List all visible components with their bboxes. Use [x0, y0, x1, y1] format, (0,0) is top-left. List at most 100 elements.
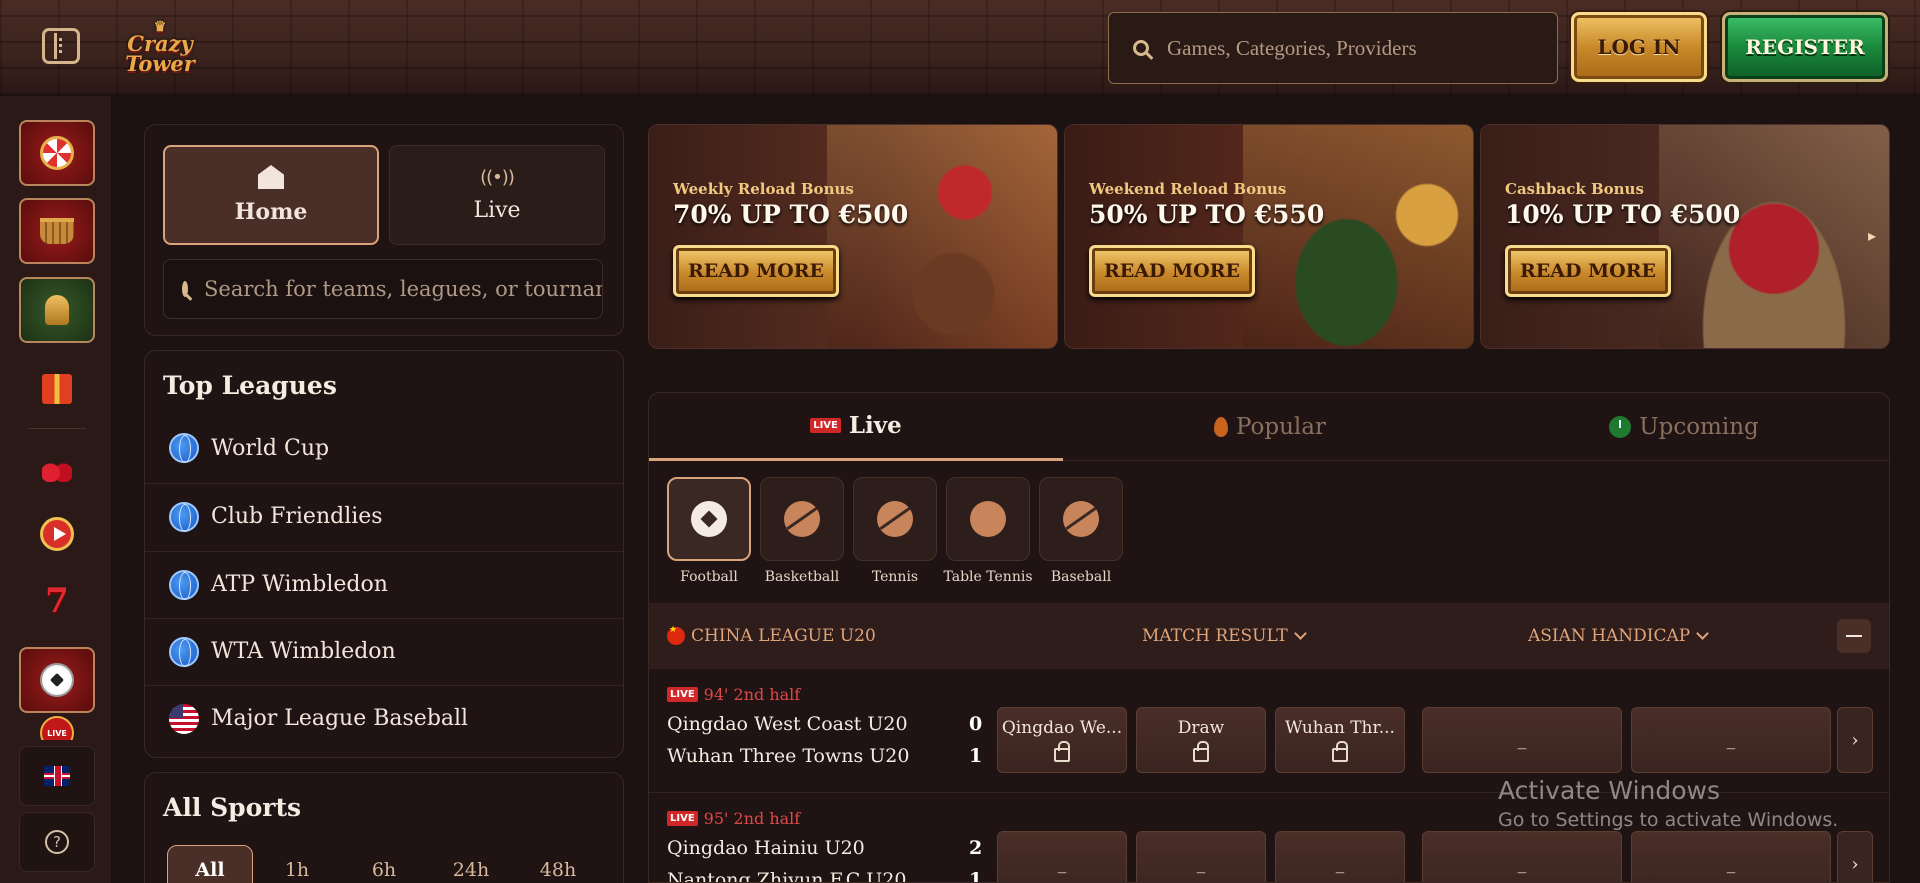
team-search-placeholder: Search for teams, leagues, or tournament… — [204, 277, 602, 301]
soccer-ball-icon — [40, 663, 74, 697]
tab-upcoming[interactable]: Upcoming — [1477, 393, 1889, 461]
sport-tennis[interactable]: Tennis — [853, 477, 937, 585]
login-button[interactable]: LOG IN — [1571, 12, 1707, 82]
basketball-icon — [784, 501, 820, 537]
language-button[interactable] — [19, 746, 95, 806]
tennis-ball-icon — [877, 501, 913, 537]
sport-table-tennis[interactable]: Table Tennis — [943, 477, 1033, 585]
sport-tile — [667, 477, 751, 561]
away-team: Wuhan Three Towns U20 — [667, 745, 910, 767]
banner-headline: 50% UP TO €550 — [1089, 200, 1325, 229]
search-icon — [1133, 40, 1149, 56]
odd-home-button[interactable]: Qingdao We... — [997, 707, 1127, 773]
sport-label: Table Tennis — [943, 569, 1033, 585]
lock-icon — [1193, 741, 1209, 762]
time-filter-6h[interactable]: 6h — [341, 845, 427, 883]
time-filter-all[interactable]: All — [167, 845, 253, 883]
banner-subtitle: Weekend Reload Bonus — [1089, 180, 1287, 198]
read-more-button[interactable]: READ MORE — [1089, 245, 1255, 297]
table-tennis-paddle-icon — [970, 501, 1006, 537]
match-row[interactable]: LIVE 94' 2nd half Qingdao West Coast U20… — [649, 669, 1889, 793]
cherry-icon — [42, 452, 72, 482]
all-sports-panel: All Sports All 1h 6h 24h 48h — [144, 772, 624, 883]
globe-icon — [169, 636, 199, 667]
king-sliding-illustration — [1659, 125, 1889, 348]
league-label: ATP Wimbledon — [211, 572, 388, 597]
sport-football[interactable]: Football — [667, 477, 751, 585]
handicap-home-button[interactable]: _ — [1422, 831, 1622, 882]
odd-label: _ — [1517, 730, 1527, 750]
help-button[interactable]: ? — [19, 812, 95, 872]
search-placeholder: Games, Categories, Providers — [1167, 35, 1417, 60]
promo-banner[interactable]: Weekend Reload Bonus 50% UP TO €550 READ… — [1064, 124, 1474, 349]
odd-draw-button[interactable]: Draw — [1136, 707, 1266, 773]
tab-upcoming-label: Upcoming — [1639, 413, 1759, 440]
sport-tile — [853, 477, 937, 561]
sport-baseball[interactable]: Baseball — [1039, 477, 1123, 585]
handicap-away-button[interactable]: _ — [1631, 707, 1831, 773]
time-filter-1h[interactable]: 1h — [254, 845, 340, 883]
match-result-dropdown[interactable]: MATCH RESULT — [1142, 626, 1307, 646]
rail-gift-button[interactable] — [19, 356, 95, 422]
promo-banner[interactable]: Weekly Reload Bonus 70% UP TO €500 READ … — [648, 124, 1058, 349]
register-button[interactable]: REGISTER — [1722, 12, 1888, 82]
tab-live-label: Live — [848, 412, 902, 439]
sport-basketball[interactable]: Basketball — [760, 477, 844, 585]
time-filter-48h[interactable]: 48h — [515, 845, 601, 883]
asian-handicap-dropdown[interactable]: ASIAN HANDICAP — [1528, 626, 1710, 646]
handicap-away-button[interactable]: _ — [1631, 831, 1831, 882]
top-leagues-title: Top Leagues — [163, 371, 337, 400]
rail-sports-button[interactable] — [19, 647, 95, 713]
watermark-subtitle: Go to Settings to activate Windows. — [1498, 809, 1839, 831]
rail-live-button[interactable]: LIVE — [19, 716, 95, 740]
league-item[interactable]: ATP Wimbledon — [145, 551, 623, 617]
more-markets-chevron-icon[interactable]: › — [1837, 831, 1873, 882]
odd-label: _ — [1726, 854, 1736, 874]
gift-icon — [42, 374, 72, 404]
league-item[interactable]: WTA Wimbledon — [145, 618, 623, 684]
odd-draw-button[interactable]: _ — [1136, 831, 1266, 882]
sports-nav-panel: Home ((•)) Live Search for teams, league… — [144, 124, 624, 336]
banner-next-arrow-icon[interactable]: ▸ — [1868, 226, 1876, 245]
rail-basket-button[interactable] — [19, 198, 95, 264]
collapse-button[interactable] — [1837, 619, 1871, 653]
handicap-home-button[interactable]: _ — [1422, 707, 1622, 773]
away-score: 1 — [969, 869, 983, 883]
left-rail: 7 LIVE ? — [0, 96, 112, 883]
watermark-title: Activate Windows — [1498, 776, 1720, 805]
rail-live-casino-button[interactable] — [19, 501, 95, 567]
league-name[interactable]: CHINA LEAGUE U20 — [691, 626, 876, 646]
read-more-button[interactable]: READ MORE — [1505, 245, 1671, 297]
logo[interactable]: ♛ Crazy Tower — [122, 8, 198, 86]
odd-home-button[interactable]: _ — [997, 831, 1127, 882]
league-header: CHINA LEAGUE U20 MATCH RESULT ASIAN HAND… — [649, 603, 1889, 669]
more-markets-chevron-icon[interactable]: › — [1837, 707, 1873, 773]
read-more-button[interactable]: READ MORE — [673, 245, 839, 297]
odd-away-button[interactable]: _ — [1275, 831, 1405, 882]
league-item[interactable]: World Cup — [145, 415, 623, 481]
rail-seven-button[interactable]: 7 — [19, 568, 95, 634]
chevron-down-icon — [1696, 627, 1710, 640]
rail-wheel-button[interactable] — [19, 120, 95, 186]
rail-trophy-button[interactable] — [19, 277, 95, 343]
odd-label: _ — [1057, 854, 1067, 874]
top-leagues-panel: Top Leagues World Cup Club Friendlies AT… — [144, 350, 624, 758]
china-flag-icon — [667, 625, 685, 645]
tab-live[interactable]: LIVE Live — [649, 393, 1063, 461]
game-search-input[interactable]: Games, Categories, Providers — [1108, 12, 1558, 84]
sport-label: Basketball — [764, 569, 840, 585]
league-item[interactable]: Club Friendlies — [145, 483, 623, 549]
sidebar-toggle-icon[interactable] — [42, 28, 80, 64]
rail-slots-button[interactable] — [19, 434, 95, 500]
promo-banner[interactable]: Cashback Bonus 10% UP TO €500 READ MORE — [1480, 124, 1890, 349]
flame-icon — [1214, 416, 1228, 437]
home-score: 0 — [969, 713, 983, 735]
odd-away-button[interactable]: Wuhan Thr... — [1275, 707, 1405, 773]
time-filter-24h[interactable]: 24h — [428, 845, 514, 883]
nav-home-tab[interactable]: Home — [163, 145, 379, 245]
team-search-input[interactable]: Search for teams, leagues, or tournament… — [163, 259, 603, 319]
seven-icon: 7 — [45, 581, 69, 621]
tab-popular[interactable]: Popular — [1063, 393, 1477, 461]
league-item[interactable]: Major League Baseball — [145, 685, 623, 751]
nav-live-tab[interactable]: ((•)) Live — [389, 145, 605, 245]
